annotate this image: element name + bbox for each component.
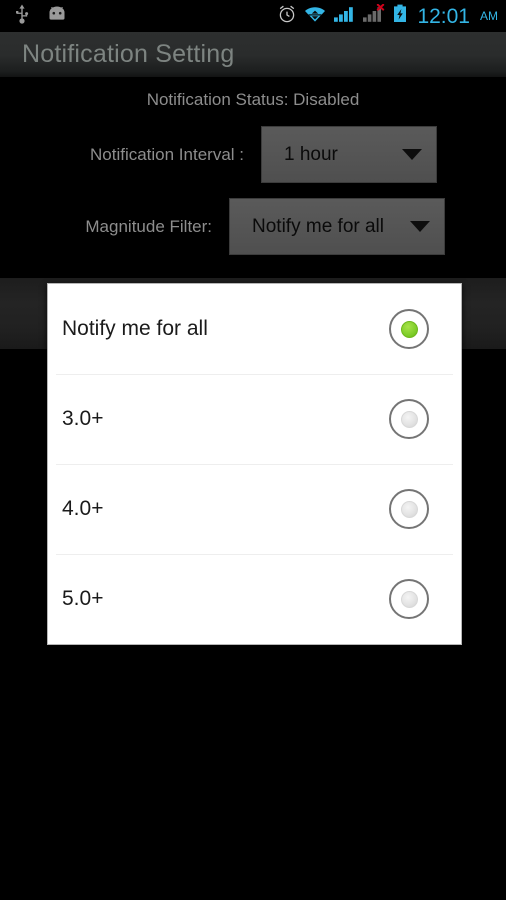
dropdown-option-label: 3.0+ — [62, 407, 104, 430]
chevron-down-icon — [402, 149, 422, 160]
status-bar-ampm: AM — [480, 9, 498, 23]
usb-icon — [14, 4, 30, 29]
battery-charging-icon — [393, 4, 407, 29]
radio-button-icon[interactable] — [389, 399, 429, 439]
magnitude-filter-label: Magnitude Filter: — [85, 216, 213, 236]
title-bar: Notification Setting — [0, 32, 506, 78]
dropdown-option[interactable]: 3.0+ — [48, 374, 461, 464]
radio-button-icon[interactable] — [389, 579, 429, 619]
wifi-icon — [304, 4, 326, 29]
radio-button-selected-icon[interactable] — [389, 309, 429, 349]
radio-button-icon[interactable] — [389, 489, 429, 529]
radio-dot — [400, 590, 418, 608]
status-bar[interactable]: 12:01 AM — [0, 0, 506, 32]
notification-interval-row: Notification Interval : 1 hour — [0, 126, 437, 183]
page-title: Notification Setting — [22, 40, 235, 68]
android-debug-icon — [46, 6, 68, 27]
status-bar-clock: 12:01 — [417, 4, 470, 28]
chevron-down-icon — [410, 221, 430, 232]
signal-no-service-icon — [362, 3, 386, 29]
status-bar-left-icons — [14, 4, 68, 29]
magnitude-filter-value: Notify me for all — [252, 215, 384, 237]
notification-interval-spinner[interactable]: 1 hour — [261, 126, 437, 183]
dropdown-option-label: 5.0+ — [62, 587, 104, 610]
status-bar-right-icons: 12:01 AM — [277, 3, 498, 29]
notification-interval-label: Notification Interval : — [89, 144, 244, 164]
dropdown-option-label: 4.0+ — [62, 497, 104, 520]
signal-icon — [333, 4, 355, 29]
magnitude-filter-row: Magnitude Filter: Notify me for all — [0, 198, 445, 255]
dropdown-option[interactable]: Notify me for all — [48, 284, 461, 374]
dropdown-option[interactable]: 5.0+ — [48, 554, 461, 644]
notification-interval-value: 1 hour — [284, 143, 338, 165]
dropdown-option-label: Notify me for all — [62, 317, 208, 340]
alarm-icon — [277, 4, 297, 29]
radio-dot — [400, 410, 418, 428]
radio-dot — [400, 500, 418, 518]
radio-dot — [400, 320, 418, 338]
magnitude-filter-dropdown[interactable]: Notify me for all 3.0+ 4.0+ 5.0+ — [47, 283, 462, 645]
dropdown-option[interactable]: 4.0+ — [48, 464, 461, 554]
magnitude-filter-spinner[interactable]: Notify me for all — [229, 198, 445, 255]
notification-status-text: Notification Status: Disabled — [146, 90, 360, 109]
